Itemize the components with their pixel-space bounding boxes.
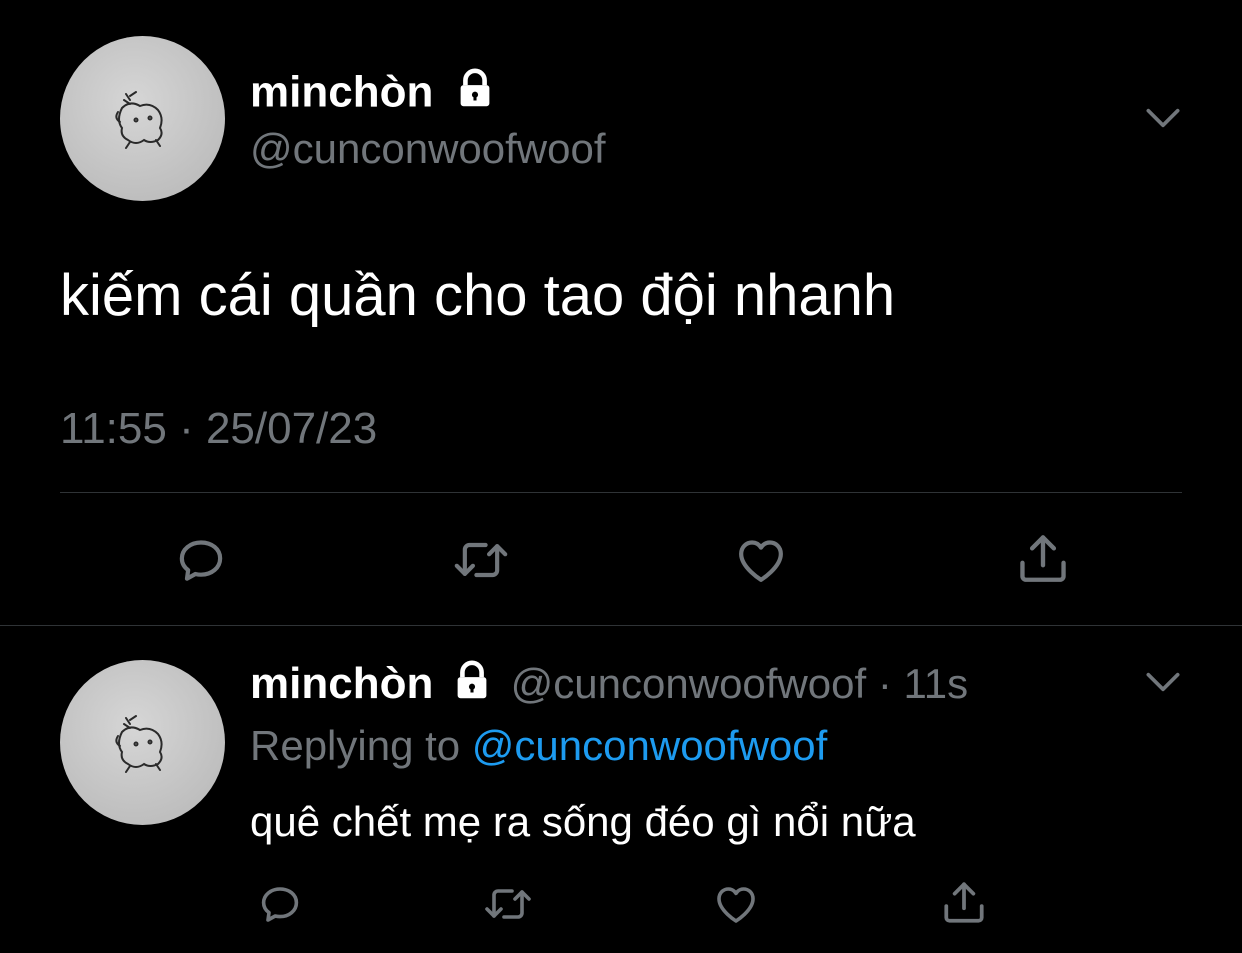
handle[interactable]: @cunconwoofwoof [250, 124, 606, 174]
separator: · [877, 660, 892, 708]
avatar-drawing [115, 91, 163, 149]
replying-to: Replying to @cunconwoofwoof [250, 720, 827, 772]
section-divider [0, 625, 1242, 626]
like-icon[interactable] [726, 528, 796, 592]
avatar[interactable] [60, 36, 225, 201]
display-name[interactable]: minchòn [250, 659, 433, 708]
replying-to-handle[interactable]: @cunconwoofwoof [472, 722, 828, 769]
tweet-text: quê chết mẹ ra sống đéo gì nổi nữa [250, 798, 916, 845]
timestamp[interactable]: 11:55 · 25/07/23 [60, 403, 377, 455]
handle[interactable]: @cunconwoofwoof [511, 660, 867, 707]
relative-time[interactable]: 11s [904, 660, 969, 707]
replying-to-label: Replying to [250, 722, 461, 769]
share-icon[interactable] [934, 874, 994, 930]
divider [60, 492, 1182, 493]
like-icon[interactable] [706, 876, 766, 932]
retweet-icon[interactable] [478, 876, 538, 932]
lock-icon [452, 66, 498, 124]
avatar-drawing [115, 715, 163, 773]
reply-icon[interactable] [250, 876, 310, 932]
share-icon[interactable] [1008, 526, 1078, 590]
chevron-down-icon[interactable] [1141, 96, 1185, 140]
display-name-text[interactable]: minchòn [250, 68, 433, 117]
avatar[interactable] [60, 660, 225, 825]
retweet-icon[interactable] [446, 528, 516, 592]
reply-header: minchòn @cunconwoofwoof · 11s [250, 658, 968, 716]
lock-icon [449, 658, 495, 716]
display-name[interactable]: minchòn [250, 66, 498, 124]
chevron-down-icon[interactable] [1141, 660, 1185, 704]
reply-icon[interactable] [166, 528, 236, 592]
tweet-text: kiếm cái quần cho tao đội nhanh [60, 263, 896, 328]
